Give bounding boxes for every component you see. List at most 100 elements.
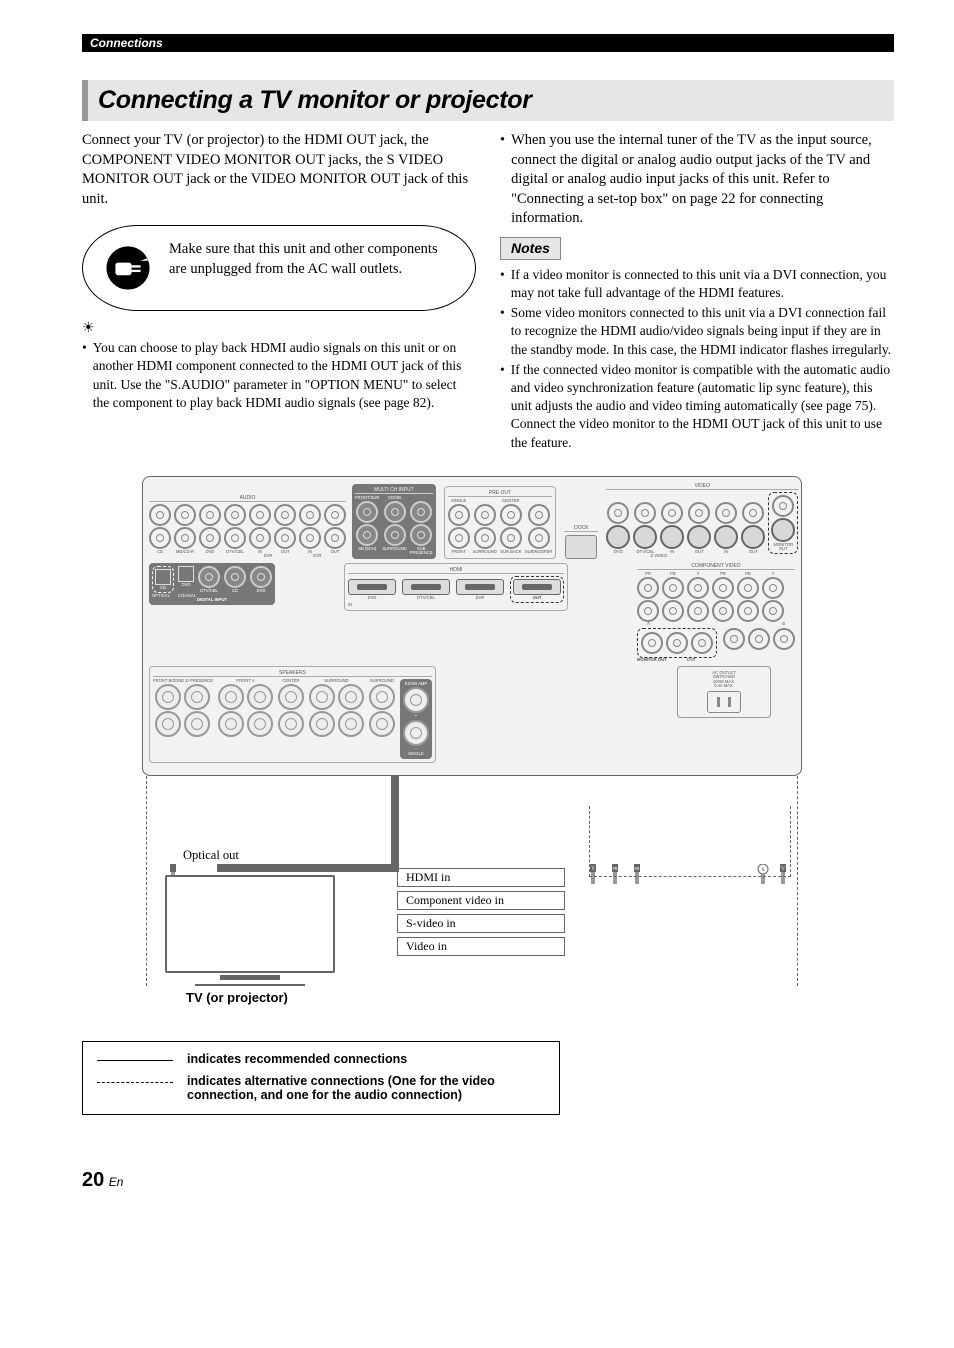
rca-jack [448,527,470,549]
speakers-group: SPEAKERS FRONT B/ZONE 2/ PRESENCE FRONT … [149,666,436,763]
connection-diagram: AUDIO CD MD/CD-R DVD DTV/CBL IN OUT IN O… [142,476,802,1005]
rca-jack [384,524,406,546]
rca-jack [662,600,684,622]
rca-jack [324,527,346,549]
tv-illustration [165,875,335,986]
hdmi-in-label: HDMI in [397,868,565,887]
note-2: • Some video monitors connected to this … [500,304,894,359]
rca-jack [762,577,784,599]
dashed-line-icon [97,1082,173,1083]
rca-jack [737,600,759,622]
section-header: Connections [82,34,894,52]
legend-recommended: indicates recommended connections [97,1052,545,1066]
note-2-text: Some video monitors connected to this un… [511,304,894,359]
rca-jack [687,600,709,622]
rca-jack [356,501,378,523]
optical-out-label: Optical out [183,848,239,863]
speaker-terminal [278,684,304,710]
component-group: COMPONENT VIDEO PR PB Y PR PB Y A B [637,563,795,663]
tip-text: You can choose to play back HDMI audio s… [93,339,476,412]
dock-port [565,535,597,559]
hdmi-port [513,579,561,595]
tip-bullet: • You can choose to play back HDMI audio… [82,339,476,412]
tv-caption: TV (or projector) [186,990,386,1005]
rca-jack [641,632,663,654]
rca-jack [762,600,784,622]
note-3: • If the connected video monitor is comp… [500,361,894,452]
rca-jack [249,504,271,526]
rca-jack [224,527,246,549]
rca-jack [607,502,629,524]
page-title: Connecting a TV monitor or projector [98,86,884,115]
svideo-jack [741,525,765,549]
coax-jack [250,566,272,588]
hdmi-port [402,579,450,595]
speaker-terminal [155,711,181,737]
hdmi-out-highlight: OUT [510,576,564,603]
rca-jack [199,527,221,549]
legend-recommended-text: indicates recommended connections [187,1052,407,1066]
caution-text: Make sure that this unit and other compo… [169,238,457,279]
svideo-jack [687,525,711,549]
rca-jack [500,527,522,549]
speaker-terminal [247,684,273,710]
note-3-text: If the connected video monitor is compat… [511,361,894,452]
ac-socket [707,691,741,713]
page-number: 20 En [82,1169,894,1192]
rca-jack [199,504,221,526]
rca-jack [688,502,710,524]
note-1: • If a video monitor is connected to thi… [500,266,894,302]
rca-jack [174,527,196,549]
component-in-label: Component video in [397,891,565,910]
rca-jack [737,577,759,599]
hdmi-group: HDMI DVD DTV/CBL DVR OUT IN [344,563,568,611]
rca-jack [149,504,171,526]
title-bar: Connecting a TV monitor or projector [82,80,894,121]
coax-jack [224,566,246,588]
rca-jack [528,527,550,549]
speaker-terminal [309,684,335,710]
rca-jack [299,504,321,526]
rca-jack [723,628,745,650]
right-bullet-1: • When you use the internal tuner of the… [500,131,894,229]
rca-jack [687,577,709,599]
legend-alternative: indicates alternative connections (One f… [97,1074,545,1102]
monitor-out-video: MONITOR OUT [768,492,798,554]
left-column: Connect your TV (or projector) to the HD… [82,131,476,454]
rca-jack [299,527,321,549]
rca-jack [661,502,683,524]
right-column: • When you use the internal tuner of the… [500,131,894,454]
cable-area: Optical out Y PB PR S V HDMI in Componen… [146,776,798,986]
hdmi-cable-h [217,864,399,872]
speaker-terminal [309,711,335,737]
rca-jack [772,495,794,517]
rca-jack [410,501,432,523]
digital-input: CD DVD DTV/CBL CD DVD OPTICAL COAXIAL DI… [149,563,275,606]
tv-screen [165,875,335,973]
note-1-text: If a video monitor is connected to this … [511,266,894,302]
rca-jack [773,628,795,650]
rca-jack [410,524,432,546]
rca-jack [274,504,296,526]
notes-label: Notes [500,237,561,260]
rca-jack [474,504,496,526]
rca-jack [691,632,713,654]
rca-jack [500,504,522,526]
rca-jack [662,577,684,599]
rca-jack [634,502,656,524]
video-header: VIDEO [606,483,798,490]
rca-jack [356,524,378,546]
speaker-terminal [278,711,304,737]
rca-jack [384,501,406,523]
rca-jack [712,577,734,599]
rca-jack [474,527,496,549]
svideo-jack [633,525,657,549]
svideo-jack [606,525,630,549]
rca-jack [274,527,296,549]
right-bullet-1-text: When you use the internal tuner of the T… [511,131,894,229]
solid-line-icon [97,1060,173,1061]
speaker-terminal [369,711,395,737]
intro-paragraph: Connect your TV (or projector) to the HD… [82,131,476,209]
speaker-terminal [369,684,395,710]
caution-box: Make sure that this unit and other compo… [82,225,476,311]
